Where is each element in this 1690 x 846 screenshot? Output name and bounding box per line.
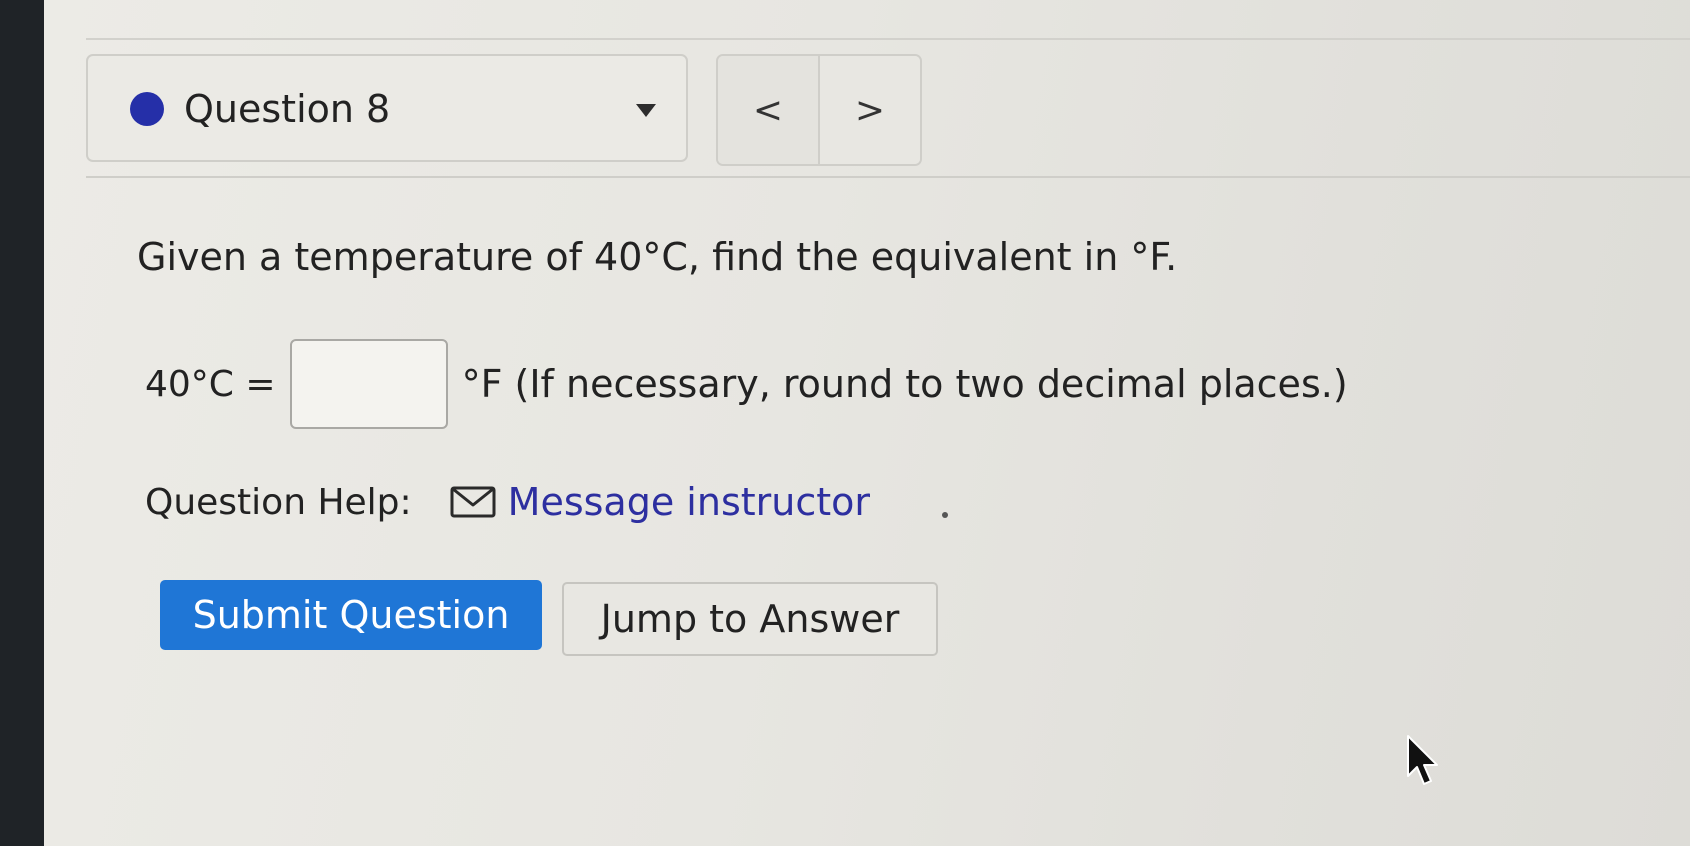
mouse-cursor-icon [1407, 735, 1438, 785]
chevron-right-icon: > [854, 89, 886, 131]
question-prompt: Given a temperature of 40°C, find the eq… [137, 235, 1178, 279]
answer-input[interactable] [289, 339, 448, 429]
dropdown-caret-icon [636, 104, 656, 117]
question-select-label: Question 8 [184, 87, 391, 131]
question-select-dropdown[interactable]: Question 8 [86, 54, 688, 162]
header-divider [86, 176, 1690, 178]
question-help-label: Question Help: [145, 481, 412, 523]
answer-suffix: °F (If necessary, round to two decimal p… [461, 362, 1348, 406]
question-nav-group: < > [716, 54, 922, 166]
question-status-dot [130, 92, 164, 126]
chevron-left-icon: < [752, 89, 784, 131]
submit-question-button[interactable]: Submit Question [160, 580, 542, 650]
answer-prefix: 40°C = [145, 363, 276, 405]
next-question-button[interactable]: > [820, 56, 920, 164]
jump-to-answer-button[interactable]: Jump to Answer [562, 582, 938, 656]
message-instructor-link[interactable]: Message instructor [450, 480, 870, 524]
message-instructor-label: Message instructor [507, 480, 871, 524]
previous-question-button[interactable]: < [718, 56, 820, 164]
answer-row: 40°C = °F (If necessary, round to two de… [145, 336, 1348, 432]
mail-icon [450, 486, 496, 518]
top-divider [86, 38, 1690, 40]
speck [942, 512, 948, 518]
question-help-row: Question Help: Message instructor [145, 472, 870, 532]
